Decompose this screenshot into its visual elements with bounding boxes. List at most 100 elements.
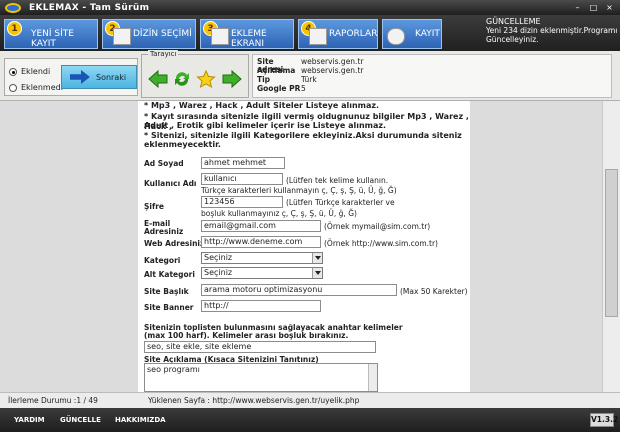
update-heading: GÜNCELLEME	[486, 17, 541, 26]
back-arrow-icon[interactable]	[148, 70, 168, 88]
username-label: Kullanıcı Adı	[144, 179, 197, 188]
reports-button[interactable]: 4 RAPORLAR	[298, 19, 378, 49]
site-info-value: webservis.gen.tr	[301, 66, 364, 75]
page-right-margin	[470, 101, 602, 392]
subcategory-selected-value: Seçiniz	[204, 268, 233, 277]
site-info-row: Tip Türk	[257, 76, 317, 84]
username-hint-chars: Türkçe karakterleri kullanmayın ç, Ç, ş,…	[201, 186, 397, 195]
website-field[interactable]: http://www.deneme.com	[201, 236, 321, 248]
email-hint: (Örnek mymail@sim.com.tr)	[324, 222, 431, 231]
browser-controls: Tarayıcı	[141, 50, 249, 98]
title-bar: EKLEMAX - Tam Sürüm – □ ×	[0, 0, 620, 15]
reports-label: RAPORLAR	[329, 29, 378, 39]
favorite-star-icon[interactable]	[196, 70, 216, 88]
site-title-label: Site Başlık	[144, 287, 189, 296]
status-radio-group: Eklendi Eklenmedi Sonraki	[4, 58, 138, 96]
app-logo-icon	[5, 2, 21, 13]
handshake-icon	[387, 28, 405, 45]
site-title-hint: (Max 50 Karekter)	[400, 287, 468, 296]
category-label: Kategori	[144, 256, 181, 265]
subcategory-select[interactable]: Seçiniz	[201, 267, 323, 279]
browser-legend: Tarayıcı	[148, 50, 179, 58]
window-controls: – □ ×	[571, 2, 616, 13]
new-site-label: YENİ SİTE KAYIT	[31, 29, 74, 49]
category-selected-value: Seçiniz	[204, 253, 233, 262]
page-left-margin	[0, 101, 138, 392]
email-label-2: Adresiniz	[144, 227, 184, 236]
update-line-1: Yeni 234 dizin eklenmiştir.Programı	[486, 26, 618, 35]
password-label: Şifre	[144, 202, 165, 211]
register-button[interactable]: KAYIT	[382, 19, 442, 49]
minimize-button[interactable]: –	[571, 2, 584, 13]
password-hint-chars: boşluk kullanmayınız ç, Ç, ş, Ş, ü, Ü, ğ…	[201, 209, 357, 218]
directory-select-button[interactable]: 2 DİZİN SEÇİMİ	[102, 19, 196, 49]
password-field[interactable]: 123456	[201, 196, 283, 208]
site-info-key: Tip	[257, 75, 271, 84]
site-info-value: 5	[301, 84, 306, 93]
added-radio-label: Eklendi	[21, 67, 51, 76]
scrollbar-thumb[interactable]	[605, 169, 618, 317]
search-document-icon	[113, 28, 131, 45]
maximize-button[interactable]: □	[587, 2, 600, 13]
form-screen-icon	[211, 28, 229, 45]
site-info-value: Türk	[301, 75, 317, 84]
username-field[interactable]: kullanıcı	[201, 173, 283, 185]
keywords-label-2: (max 100 harf). Kelimeler arası boşluk b…	[144, 331, 349, 340]
refresh-icon[interactable]	[172, 70, 192, 88]
site-banner-field[interactable]: http://	[201, 300, 321, 312]
not-added-radio[interactable]: Eklenmedi	[9, 83, 63, 92]
next-button[interactable]: Sonraki	[61, 65, 137, 89]
status-bar: İlerleme Durumu :1 / 49 Yüklenen Sayfa :…	[0, 392, 620, 408]
warning-line: Adult , Erotik gibi kelimeler içerir ise…	[144, 121, 387, 130]
chevron-down-icon[interactable]	[312, 268, 322, 278]
name-field[interactable]: ahmet mehmet	[201, 157, 285, 169]
update-notice: GÜNCELLEME Yeni 234 dizin eklenmiştir.Pr…	[486, 17, 620, 51]
report-icon	[309, 28, 327, 45]
forward-arrow-icon[interactable]	[222, 70, 242, 88]
warning-line: eklenmeyecektir.	[144, 140, 221, 149]
email-field[interactable]: email@gmail.com	[201, 220, 321, 232]
close-button[interactable]: ×	[603, 2, 616, 13]
about-button[interactable]: HAKKIMIZDA	[115, 414, 166, 426]
bottom-bar: YARDIM GÜNCELLE HAKKIMIZDA V1.3.2	[0, 408, 620, 432]
new-site-button[interactable]: 1 YENİ SİTE KAYIT	[4, 19, 98, 49]
radio-dot-checked	[9, 67, 17, 76]
website-label: Web Adresiniz	[144, 239, 205, 248]
version-badge: V1.3.2	[590, 413, 618, 427]
site-description-textarea[interactable]: seo programı	[144, 363, 378, 392]
added-radio[interactable]: Eklendi	[9, 67, 50, 76]
website-hint: (Örnek http://www.sim.com.tr)	[324, 239, 438, 248]
textarea-scrollbar[interactable]	[368, 364, 377, 391]
keywords-field[interactable]: seo, site ekle, site ekleme	[144, 341, 376, 353]
add-screen-label: EKLEME EKRANI	[231, 29, 267, 49]
site-title-field[interactable]: arama motoru optimizasyonu	[201, 284, 397, 296]
site-info-key: Google PR	[257, 84, 301, 93]
site-banner-label: Site Banner	[144, 303, 194, 312]
site-description-value: seo programı	[147, 365, 200, 374]
window-title: EKLEMAX - Tam Sürüm	[29, 2, 150, 13]
subcategory-label: Alt Kategori	[144, 270, 195, 279]
control-strip: Eklendi Eklenmedi Sonraki Tarayıcı Site …	[0, 50, 620, 101]
category-select[interactable]: Seçiniz	[201, 252, 323, 264]
loaded-page-status: Yüklenen Sayfa : http://www.webservis.ge…	[148, 396, 360, 405]
main-toolbar: 1 YENİ SİTE KAYIT 2 DİZİN SEÇİMİ 3 EKLEM…	[0, 15, 620, 51]
add-screen-button[interactable]: 3 EKLEME EKRANI	[200, 19, 294, 49]
radio-dot	[9, 83, 17, 92]
step-number-badge: 1	[7, 21, 22, 36]
arrow-right-icon	[70, 70, 90, 84]
not-added-radio-label: Eklenmedi	[21, 83, 63, 92]
help-button[interactable]: YARDIM	[14, 414, 45, 426]
register-label: KAYIT	[415, 29, 440, 39]
update-line-2: Güncelleyiniz.	[486, 35, 539, 44]
next-button-label: Sonraki	[96, 72, 127, 82]
directory-select-label: DİZİN SEÇİMİ	[133, 29, 192, 39]
username-hint: (Lütfen tek kelime kullanın.	[286, 176, 389, 185]
name-label: Ad Soyad	[144, 159, 184, 168]
site-info-row: Google PR 5	[257, 85, 306, 93]
vertical-scrollbar[interactable]	[602, 101, 620, 392]
warning-line: * Mp3 , Warez , Hack , Adult Siteler Lis…	[144, 101, 380, 110]
site-info-row: Açıklama webservis.gen.tr	[257, 67, 363, 75]
chevron-down-icon[interactable]	[312, 253, 322, 263]
site-info-panel: Site adresi webservis.gen.tr Açıklama we…	[252, 54, 612, 98]
update-button[interactable]: GÜNCELLE	[60, 414, 101, 426]
